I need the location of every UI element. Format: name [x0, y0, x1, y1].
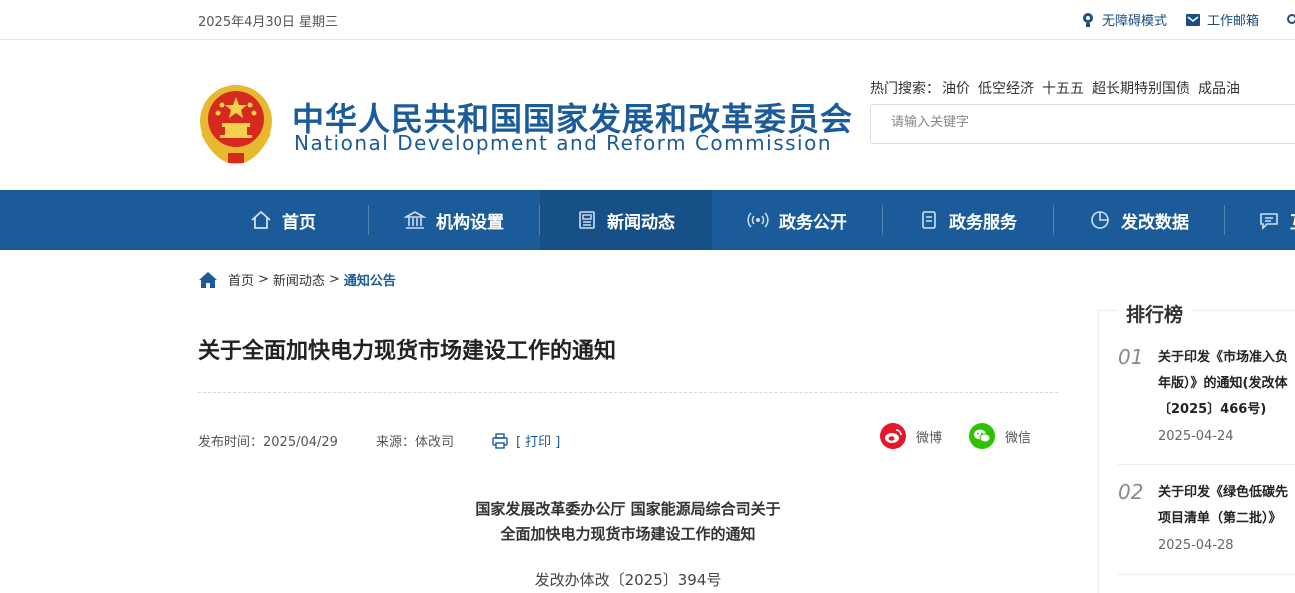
ranking-title-line: 关于印发《市场准入负: [1158, 350, 1289, 365]
nav-item-institution[interactable]: 机构设置: [369, 190, 539, 250]
nav-label: 政务公开: [779, 212, 847, 233]
ranking-title-line: 年版）》的通知(发改体: [1158, 376, 1288, 391]
broadcast-icon: [747, 212, 769, 228]
title-divider: [198, 392, 1058, 393]
hot-search-item[interactable]: 低空经济: [978, 78, 1034, 98]
ranking-number: 01: [1118, 345, 1144, 369]
ranking-date: 2025-04-28: [1158, 538, 1234, 553]
print-label: [ 打印 ]: [515, 435, 561, 450]
nav-item-gov-affairs[interactable]: 政务公开: [712, 190, 882, 250]
ranking-number: 02: [1118, 480, 1144, 504]
hot-search-item[interactable]: 成品油: [1198, 78, 1240, 98]
pie-chart-icon: [1091, 211, 1109, 229]
settings-icon[interactable]: [1287, 14, 1295, 24]
home-icon: [251, 210, 271, 229]
ranking-item-title: 关于印发《市场准入负 年版）》的通知(发改体 〔2025〕466号): [1158, 345, 1295, 423]
home-icon: [199, 271, 217, 288]
nav-label: 机构设置: [436, 212, 504, 233]
ranking-divider: [1118, 464, 1295, 465]
breadcrumb: 首页 > 新闻动态 > 通知公告: [198, 270, 396, 289]
nav-divider: [1224, 205, 1225, 235]
document-number: 发改办体改〔2025〕394号: [534, 571, 722, 589]
nav-label: 新闻动态: [607, 212, 675, 233]
article-meta: 发布时间：2025/04/29 来源：体改司 [ 打印 ]: [198, 431, 560, 450]
mail-icon: [1186, 13, 1201, 26]
ranking-item[interactable]: 02 关于印发《绿色低碳先 项目清单（第二批）》 2025-04-28: [1118, 480, 1295, 570]
article-title: 关于全面加快电力现货市场建设工作的通知: [198, 339, 617, 364]
nav-item-interaction[interactable]: 互: [1258, 190, 1295, 250]
breadcrumb-news[interactable]: 新闻动态: [273, 270, 325, 289]
printer-icon: [492, 432, 508, 449]
nav-item-data[interactable]: 发改数据: [1054, 190, 1224, 250]
ranking-item[interactable]: 01 关于印发《市场准入负 年版）》的通知(发改体 〔2025〕466号) 20…: [1118, 345, 1295, 455]
breadcrumb-separator: >: [328, 272, 340, 287]
nav-label: 政务服务: [949, 212, 1017, 233]
top-links: 无障碍模式 工作邮箱: [1080, 10, 1277, 29]
print-button[interactable]: [ 打印 ]: [492, 431, 560, 450]
chat-icon: [1260, 213, 1278, 230]
ranking-divider: [1118, 574, 1295, 575]
breadcrumb-separator: >: [258, 272, 269, 287]
national-emblem-icon: [200, 85, 272, 165]
hot-search-item[interactable]: 十五五: [1042, 78, 1084, 98]
site-header: 中华人民共和国国家发展和改革委员会 National Development a…: [0, 41, 1295, 190]
accessibility-icon: [1083, 12, 1093, 27]
hot-search-item[interactable]: 超长期特别国债: [1092, 78, 1190, 98]
hot-searches: 热门搜索： 油价 低空经济 十五五 超长期特别国债 成品油: [870, 78, 1248, 98]
weibo-icon: [880, 423, 906, 449]
article-heading-line: 全面加快电力现货市场建设工作的通知: [500, 525, 756, 543]
ranking-title-line: 关于印发《绿色低碳先: [1158, 485, 1289, 500]
publish-time: 发布时间：2025/04/29: [198, 435, 338, 450]
share-weibo-button[interactable]: 微博: [880, 423, 942, 449]
hot-search-item[interactable]: 油价: [942, 78, 970, 98]
news-icon: [579, 211, 595, 229]
nav-label: 发改数据: [1121, 212, 1189, 233]
nav-label: 首页: [282, 212, 316, 233]
current-date: 2025年4月30日 星期三: [198, 15, 339, 30]
ranking-title-line: 项目清单（第二批）》: [1158, 511, 1282, 526]
site-name-en: National Development and Reform Commissi…: [294, 131, 832, 155]
article-heading: 国家发展改革委办公厅 国家能源局综合司关于 全面加快电力现货市场建设工作的通知: [198, 497, 1058, 547]
share-wechat-button[interactable]: 微信: [969, 423, 1031, 449]
top-bar: 2025年4月30日 星期三 无障碍模式 工作邮箱: [0, 0, 1295, 40]
nav-item-home[interactable]: 首页: [198, 190, 368, 250]
mail-label: 工作邮箱: [1207, 14, 1260, 29]
wechat-icon: [969, 423, 995, 449]
main-nav: 首页 机构设置 新闻动态 政务公开 政务服务 发改数据: [0, 190, 1295, 250]
hot-search-label: 热门搜索：: [870, 81, 940, 97]
nav-item-news[interactable]: 新闻动态: [540, 190, 712, 250]
work-mail-link[interactable]: 工作邮箱: [1185, 10, 1259, 29]
nav-item-gov-service[interactable]: 政务服务: [883, 190, 1053, 250]
article-source: 来源：体改司: [375, 435, 454, 450]
nav-label: 互: [1290, 208, 1295, 233]
breadcrumb-home[interactable]: 首页: [228, 270, 254, 289]
share-wechat-label: 微信: [1005, 430, 1032, 446]
search-box: [870, 104, 1295, 144]
breadcrumb-notices[interactable]: 通知公告: [344, 270, 396, 289]
ranking-title-line: 〔2025〕466号): [1158, 402, 1267, 417]
accessibility-label: 无障碍模式: [1102, 14, 1168, 29]
article-heading-line: 国家发展改革委办公厅 国家能源局综合司关于: [475, 500, 781, 518]
ranking-title: 排行榜: [1118, 300, 1192, 327]
search-input[interactable]: [891, 115, 1271, 130]
ranking-item-title: 关于印发《绿色低碳先 项目清单（第二批）》: [1158, 480, 1295, 532]
document-icon: [922, 211, 936, 229]
share-weibo-label: 微博: [916, 430, 943, 446]
ranking-date: 2025-04-24: [1158, 429, 1234, 444]
accessibility-link[interactable]: 无障碍模式: [1080, 10, 1167, 29]
institution-icon: [404, 211, 426, 229]
